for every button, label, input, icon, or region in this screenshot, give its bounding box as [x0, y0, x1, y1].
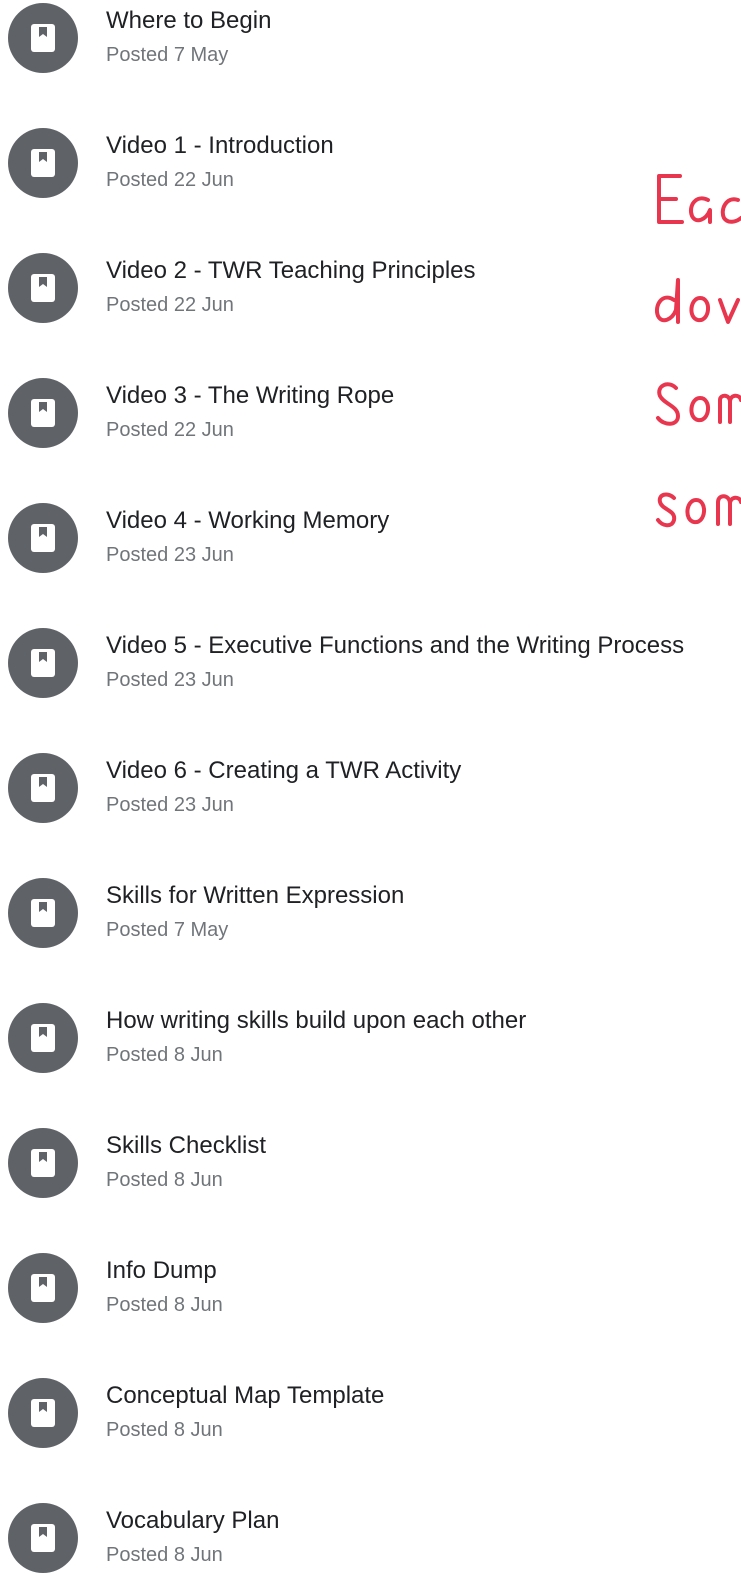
- material-item[interactable]: Skills Checklist Posted 8 Jun: [0, 1125, 741, 1215]
- material-posted-date: Posted 7 May: [106, 919, 229, 941]
- material-item[interactable]: Video 4 - Working Memory Posted 23 Jun: [0, 500, 741, 590]
- material-posted-date: Posted 23 Jun: [106, 669, 234, 691]
- material-item[interactable]: Video 1 - Introduction Posted 22 Jun: [0, 125, 741, 215]
- handwritten-annotation: [650, 160, 741, 560]
- bookmark-icon: [8, 1253, 78, 1323]
- material-title: Conceptual Map Template: [106, 1382, 385, 1409]
- material-item[interactable]: Skills for Written Expression Posted 7 M…: [0, 875, 741, 965]
- material-item[interactable]: Video 3 - The Writing Rope Posted 22 Jun: [0, 375, 741, 465]
- material-title: Video 5 - Executive Functions and the Wr…: [106, 632, 685, 659]
- material-posted-date: Posted 8 Jun: [106, 1294, 223, 1316]
- bookmark-icon: [8, 253, 78, 323]
- material-posted-date: Posted 23 Jun: [106, 794, 234, 816]
- bookmark-icon: [8, 628, 78, 698]
- material-title: Skills Checklist: [106, 1132, 267, 1159]
- bookmark-icon: [8, 378, 78, 448]
- material-item[interactable]: Video 2 - TWR Teaching Principles Posted…: [0, 250, 741, 340]
- material-item[interactable]: Info Dump Posted 8 Jun: [0, 1250, 741, 1340]
- material-title: How writing skills build upon each other: [106, 1007, 527, 1034]
- material-item[interactable]: Video 5 - Executive Functions and the Wr…: [0, 625, 741, 715]
- material-posted-date: Posted 8 Jun: [106, 1044, 223, 1066]
- bookmark-icon: [8, 128, 78, 198]
- bookmark-icon: [8, 753, 78, 823]
- material-title: Video 3 - The Writing Rope: [106, 382, 395, 409]
- material-title: Where to Begin: [106, 7, 272, 34]
- material-title: Video 1 - Introduction: [106, 132, 334, 159]
- material-posted-date: Posted 22 Jun: [106, 419, 234, 441]
- material-title: Video 6 - Creating a TWR Activity: [106, 757, 462, 784]
- bookmark-icon: [8, 1128, 78, 1198]
- material-title: Video 2 - TWR Teaching Principles: [106, 257, 476, 284]
- material-title: Skills for Written Expression: [106, 882, 405, 909]
- material-item[interactable]: Conceptual Map Template Posted 8 Jun: [0, 1375, 741, 1465]
- material-title: Vocabulary Plan: [106, 1507, 280, 1534]
- material-title: Video 4 - Working Memory: [106, 507, 390, 534]
- material-posted-date: Posted 8 Jun: [106, 1544, 223, 1566]
- bookmark-icon: [8, 1503, 78, 1573]
- bookmark-icon: [8, 1378, 78, 1448]
- bookmark-icon: [8, 1003, 78, 1073]
- bookmark-icon: [8, 3, 78, 73]
- material-title: Info Dump: [106, 1257, 217, 1284]
- material-item[interactable]: Vocabulary Plan Posted 8 Jun: [0, 1500, 741, 1590]
- material-posted-date: Posted 7 May: [106, 44, 229, 66]
- material-posted-date: Posted 8 Jun: [106, 1169, 223, 1191]
- material-item[interactable]: Video 6 - Creating a TWR Activity Posted…: [0, 750, 741, 840]
- material-posted-date: Posted 8 Jun: [106, 1419, 223, 1441]
- material-posted-date: Posted 22 Jun: [106, 294, 234, 316]
- material-item[interactable]: Where to Begin Posted 7 May: [0, 0, 741, 90]
- bookmark-icon: [8, 878, 78, 948]
- material-posted-date: Posted 23 Jun: [106, 544, 234, 566]
- material-item[interactable]: How writing skills build upon each other…: [0, 1000, 741, 1090]
- bookmark-icon: [8, 503, 78, 573]
- material-posted-date: Posted 22 Jun: [106, 169, 234, 191]
